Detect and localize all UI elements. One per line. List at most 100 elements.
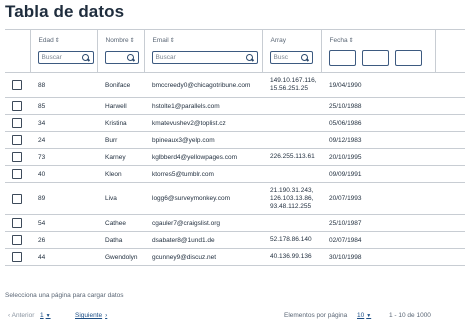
cell-email: bmccreedy0@chicagotribune.com <box>152 81 251 89</box>
cell-array <box>262 215 321 232</box>
cell-nombre: Datha <box>105 236 123 244</box>
search-icon[interactable] <box>81 53 91 63</box>
page-title: Tabla de datos <box>5 2 125 21</box>
row-select-cell <box>5 166 30 183</box>
table-row: 24 Burr bpineaux3@yelp.com 09/12/1983 <box>5 132 465 149</box>
cell-fecha: 25/10/1987 <box>329 219 362 227</box>
filter-fecha-year[interactable] <box>394 50 422 66</box>
search-icon[interactable] <box>245 53 255 63</box>
cell-edad: 40 <box>38 170 46 178</box>
data-table: Edad⇕ Nombre⇕ Email⇕ <box>5 29 465 266</box>
chevron-right-icon: › <box>105 312 108 319</box>
cell-extra <box>435 132 465 149</box>
header-fecha-label: Fecha <box>329 37 348 44</box>
cell-email: kglbberd4@yellowpages.com <box>152 153 238 161</box>
header-select-cell <box>5 30 30 73</box>
row-checkbox[interactable] <box>12 80 22 90</box>
cell-extra <box>435 115 465 132</box>
cell-array: 21.190.31.243, 126.103.13.86, 93.48.112.… <box>270 186 314 210</box>
range-text: 1 - 10 de 1000 <box>389 312 431 319</box>
sort-email[interactable]: Email⇕ <box>153 37 262 44</box>
header-fecha: Fecha⇕ <box>320 29 435 73</box>
row-select-cell <box>5 132 30 149</box>
header-array-label: Array <box>270 37 287 44</box>
filter-nombre-input[interactable] <box>105 52 126 63</box>
cell-fecha: 30/10/1998 <box>329 253 362 261</box>
caret-down-icon: ▼ <box>366 313 372 319</box>
filter-fecha-day[interactable] <box>328 50 356 66</box>
cell-nombre: Cathee <box>105 219 126 227</box>
header-nombre: Nombre⇕ <box>96 29 144 73</box>
sort-edad[interactable]: Edad⇕ <box>39 37 97 44</box>
sort-icon: ⇕ <box>348 38 354 44</box>
prev-page-button[interactable]: ‹ Anterior <box>8 312 34 319</box>
cell-edad: 85 <box>38 102 46 110</box>
prev-page-label: Anterior <box>11 312 35 319</box>
row-checkbox[interactable] <box>12 235 22 245</box>
cell-array <box>262 98 321 115</box>
row-checkbox[interactable] <box>12 101 22 111</box>
cell-email: cgauler7@craigslist.org <box>152 219 221 227</box>
filter-array-input[interactable] <box>270 52 300 63</box>
cell-extra <box>435 149 465 166</box>
cell-fecha: 19/04/1990 <box>329 81 362 89</box>
next-page-button[interactable]: Siguiente › <box>75 312 107 319</box>
cell-nombre: Harwell <box>105 102 127 110</box>
row-checkbox[interactable] <box>12 218 22 228</box>
per-page-label: Elementos por página <box>284 312 348 319</box>
header-edad-label: Edad <box>38 37 54 44</box>
cell-fecha: 25/10/1988 <box>329 102 362 110</box>
row-select-cell <box>5 249 30 266</box>
cell-extra <box>435 249 465 266</box>
sort-icon: ⇕ <box>169 38 175 44</box>
header-email-label: Email <box>152 37 169 44</box>
cell-extra <box>435 73 465 98</box>
cell-nombre: Kristina <box>105 119 127 127</box>
filter-edad-input[interactable] <box>38 52 81 63</box>
row-select-cell <box>5 98 30 115</box>
sort-nombre[interactable]: Nombre⇕ <box>106 37 144 44</box>
table-row: 26 Datha dsabater8@1und1.de 52.178.86.14… <box>5 232 465 249</box>
cell-email: bpineaux3@yelp.com <box>152 136 215 144</box>
cell-edad: 26 <box>38 236 46 244</box>
cell-edad: 89 <box>38 195 46 202</box>
cell-array <box>262 132 321 149</box>
cell-edad: 88 <box>38 81 46 89</box>
cell-nombre: Boniface <box>105 81 131 89</box>
search-icon[interactable] <box>126 53 136 63</box>
cell-fecha: 09/09/1991 <box>329 170 362 178</box>
row-checkbox[interactable] <box>12 118 22 128</box>
row-select-cell <box>5 215 30 232</box>
row-checkbox[interactable] <box>12 135 22 145</box>
filter-email-input[interactable] <box>152 52 245 63</box>
row-checkbox[interactable] <box>12 193 22 204</box>
sort-fecha[interactable]: Fecha⇕ <box>330 37 435 44</box>
cell-edad: 73 <box>38 153 46 161</box>
row-checkbox[interactable] <box>12 152 22 162</box>
cell-edad: 34 <box>38 119 46 127</box>
cell-fecha: 09/12/1983 <box>329 136 362 144</box>
header-nombre-label: Nombre <box>105 37 129 44</box>
data-table-container: Edad⇕ Nombre⇕ Email⇕ <box>5 29 465 266</box>
row-select-cell <box>5 115 30 132</box>
row-select-cell <box>5 183 30 215</box>
table-row: 88 Boniface bmccreedy0@chicagotribune.co… <box>5 73 465 98</box>
search-icon[interactable] <box>300 53 310 63</box>
filter-fecha-month[interactable] <box>361 50 389 66</box>
table-row: 44 Gwendolyn gcunney9@discuz.net 40.136.… <box>5 249 465 266</box>
filter-nombre <box>104 51 139 64</box>
page-select[interactable]: 1 ▼ <box>40 312 51 319</box>
table-row: 85 Harwell hstolte1@parallels.com 25/10/… <box>5 98 465 115</box>
header-extra <box>434 29 465 73</box>
cell-array: 40.136.99.136 <box>270 253 312 260</box>
cell-extra <box>435 183 465 215</box>
cell-email: logg6@surveymonkey.com <box>152 195 231 202</box>
caret-down-icon: ▼ <box>45 313 51 319</box>
per-page-select[interactable]: 10 ▼ <box>357 312 371 319</box>
cell-array <box>262 115 321 132</box>
filter-email <box>151 51 258 64</box>
row-checkbox[interactable] <box>12 252 22 262</box>
cell-nombre: Liva <box>105 195 117 202</box>
pagination-bar: ‹ Anterior 1 ▼ Siguiente › Elementos por p… <box>5 312 465 322</box>
row-checkbox[interactable] <box>12 169 22 179</box>
